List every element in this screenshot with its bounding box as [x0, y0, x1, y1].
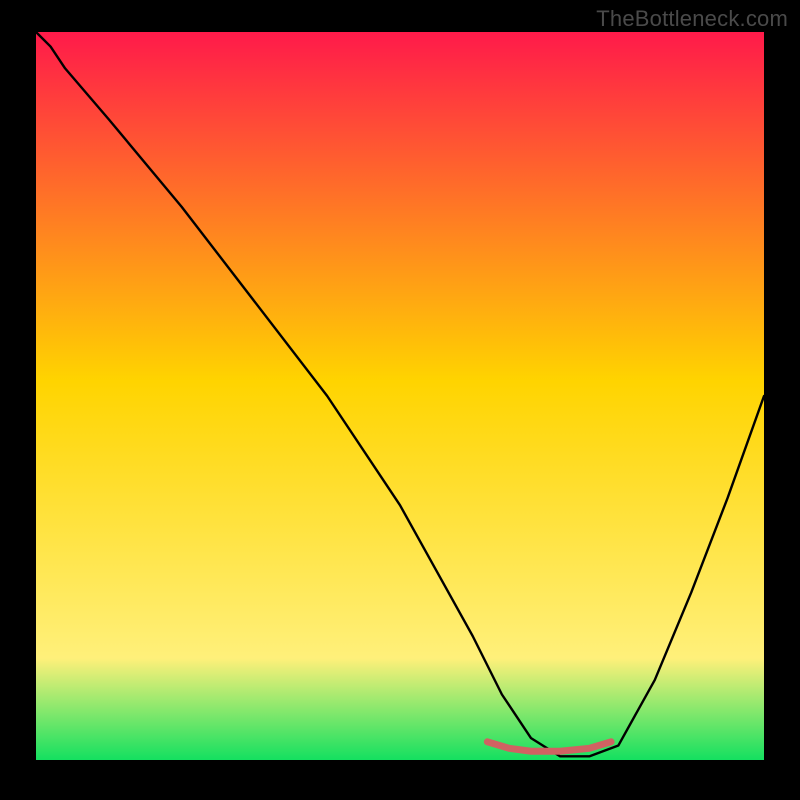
chart-frame: TheBottleneck.com [0, 0, 800, 800]
plot-area [36, 32, 764, 760]
gradient-background [36, 32, 764, 760]
bottleneck-chart [36, 32, 764, 760]
watermark-text: TheBottleneck.com [596, 6, 788, 32]
